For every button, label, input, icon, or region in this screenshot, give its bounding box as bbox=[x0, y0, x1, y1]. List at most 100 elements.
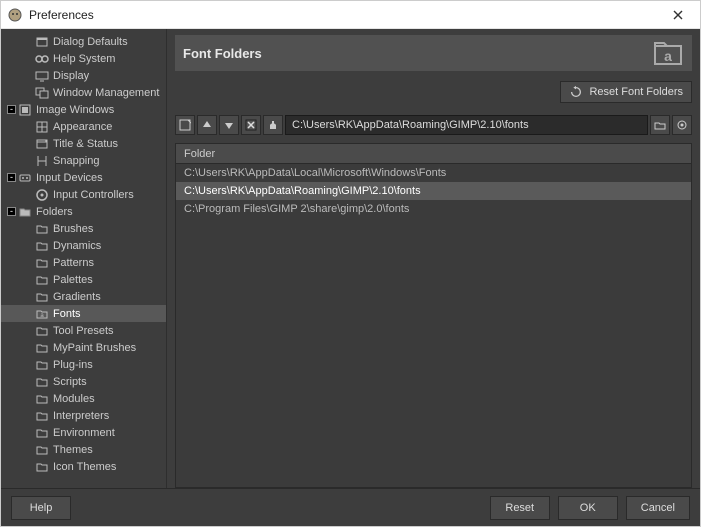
tree-expander-icon[interactable]: - bbox=[7, 105, 16, 114]
new-folder-button[interactable] bbox=[175, 115, 195, 135]
svg-text:a: a bbox=[664, 48, 672, 64]
folder-icon bbox=[35, 256, 49, 270]
tree-item-label: Title & Status bbox=[53, 138, 118, 150]
folder-icon bbox=[35, 324, 49, 338]
path-input[interactable] bbox=[285, 115, 648, 135]
tree-item-label: Appearance bbox=[53, 121, 112, 133]
tree-expander-spacer bbox=[21, 325, 33, 337]
tree-item-label: Plug-ins bbox=[53, 359, 93, 371]
tree-item[interactable]: Brushes bbox=[1, 220, 166, 237]
tree-item[interactable]: Interpreters bbox=[1, 407, 166, 424]
folder-icon bbox=[35, 341, 49, 355]
cancel-button[interactable]: Cancel bbox=[626, 496, 690, 520]
dialog-footer: Help Reset OK Cancel bbox=[1, 488, 700, 526]
tree-item-label: Environment bbox=[53, 427, 115, 439]
tree-expander-spacer bbox=[21, 274, 33, 286]
tree-item[interactable]: Window Management bbox=[1, 84, 166, 101]
reset-button[interactable]: Reset bbox=[490, 496, 550, 520]
folder-column-header[interactable]: Folder bbox=[176, 144, 691, 164]
tree-item[interactable]: Dynamics bbox=[1, 237, 166, 254]
ok-button[interactable]: OK bbox=[558, 496, 618, 520]
tree-item[interactable]: Plug-ins bbox=[1, 356, 166, 373]
title-status-icon bbox=[35, 137, 49, 151]
tree-item-label: Palettes bbox=[53, 274, 93, 286]
refresh-button[interactable] bbox=[672, 115, 692, 135]
folder-font-icon: a bbox=[35, 307, 49, 321]
window-close-button[interactable] bbox=[662, 2, 694, 28]
tree-item[interactable]: Tool Presets bbox=[1, 322, 166, 339]
folder-icon bbox=[35, 239, 49, 253]
tree-item[interactable]: Palettes bbox=[1, 271, 166, 288]
folder-icon bbox=[35, 290, 49, 304]
tree-item-label: Gradients bbox=[53, 291, 101, 303]
move-down-button[interactable] bbox=[219, 115, 239, 135]
help-button[interactable]: Help bbox=[11, 496, 71, 520]
path-toolbar bbox=[175, 113, 692, 137]
tree-expander-spacer bbox=[21, 359, 33, 371]
reset-font-folders-label: Reset Font Folders bbox=[589, 86, 683, 98]
browse-button[interactable] bbox=[650, 115, 670, 135]
folder-list-row[interactable]: C:\Users\RK\AppData\Local\Microsoft\Wind… bbox=[176, 164, 691, 182]
folder-icon bbox=[35, 375, 49, 389]
dialog-icon bbox=[35, 35, 49, 49]
tree-item[interactable]: -Folders bbox=[1, 203, 166, 220]
folder-list-body[interactable]: C:\Users\RK\AppData\Local\Microsoft\Wind… bbox=[176, 164, 691, 487]
delete-button[interactable] bbox=[241, 115, 261, 135]
tree-item[interactable]: Display bbox=[1, 67, 166, 84]
writable-indicator-icon[interactable] bbox=[263, 115, 283, 135]
tree-expander-spacer bbox=[21, 223, 33, 235]
tree-item-label: Dialog Defaults bbox=[53, 36, 128, 48]
tree-item-label: Icon Themes bbox=[53, 461, 116, 473]
tree-item[interactable]: -Input Devices bbox=[1, 169, 166, 186]
tree-item[interactable]: Input Controllers bbox=[1, 186, 166, 203]
panel-title: Font Folders bbox=[183, 46, 652, 61]
folder-list: Folder C:\Users\RK\AppData\Local\Microso… bbox=[175, 143, 692, 488]
folder-path-cell: C:\Program Files\GIMP 2\share\gimp\2.0\f… bbox=[184, 203, 409, 215]
tree-item[interactable]: aFonts bbox=[1, 305, 166, 322]
tree-item[interactable]: Icon Themes bbox=[1, 458, 166, 475]
tree-item-label: Brushes bbox=[53, 223, 93, 235]
tree-expander-spacer bbox=[21, 36, 33, 48]
tree-item[interactable]: Snapping bbox=[1, 152, 166, 169]
folder-list-row[interactable]: C:\Program Files\GIMP 2\share\gimp\2.0\f… bbox=[176, 200, 691, 218]
tree-item[interactable]: Patterns bbox=[1, 254, 166, 271]
tree-expander-spacer bbox=[21, 308, 33, 320]
tree-expander-spacer bbox=[21, 342, 33, 354]
tree-item[interactable]: Environment bbox=[1, 424, 166, 441]
tree-item[interactable]: Help System bbox=[1, 50, 166, 67]
reset-font-folders-button[interactable]: Reset Font Folders bbox=[560, 81, 692, 103]
folders-icon bbox=[18, 205, 32, 219]
window-icon bbox=[35, 86, 49, 100]
folder-list-row[interactable]: C:\Users\RK\AppData\Roaming\GIMP\2.10\fo… bbox=[176, 182, 691, 200]
move-up-button[interactable] bbox=[197, 115, 217, 135]
tree-expander-spacer bbox=[21, 87, 33, 99]
tree-item-label: Modules bbox=[53, 393, 95, 405]
tree-expander-spacer bbox=[21, 376, 33, 388]
tree-item[interactable]: Themes bbox=[1, 441, 166, 458]
tree-item-label: Input Controllers bbox=[53, 189, 134, 201]
tree-item-label: Dynamics bbox=[53, 240, 101, 252]
tree-expander-spacer bbox=[21, 461, 33, 473]
tree-expander-icon[interactable]: - bbox=[7, 173, 16, 182]
tree-item-label: Tool Presets bbox=[53, 325, 114, 337]
tree-item[interactable]: MyPaint Brushes bbox=[1, 339, 166, 356]
tree-expander-icon[interactable]: - bbox=[7, 207, 16, 216]
tree-item[interactable]: -Image Windows bbox=[1, 101, 166, 118]
tree-item[interactable]: Scripts bbox=[1, 373, 166, 390]
tree-item[interactable]: Title & Status bbox=[1, 135, 166, 152]
tree-expander-spacer bbox=[21, 138, 33, 150]
tree-item[interactable]: Appearance bbox=[1, 118, 166, 135]
tree-item-label: Patterns bbox=[53, 257, 94, 269]
preferences-tree[interactable]: Dialog Defaults Help SystemDisplayWindow … bbox=[1, 29, 167, 488]
body: Dialog Defaults Help SystemDisplayWindow … bbox=[1, 29, 700, 488]
tree-expander-spacer bbox=[21, 155, 33, 167]
tree-item-label: Themes bbox=[53, 444, 93, 456]
tree-expander-spacer bbox=[21, 70, 33, 82]
tree-item[interactable]: Dialog Defaults bbox=[1, 33, 166, 50]
snapping-icon bbox=[35, 154, 49, 168]
image-windows-icon bbox=[18, 103, 32, 117]
tree-item[interactable]: Gradients bbox=[1, 288, 166, 305]
folder-icon bbox=[35, 358, 49, 372]
panel-header: Font Folders a bbox=[175, 35, 692, 71]
tree-item[interactable]: Modules bbox=[1, 390, 166, 407]
